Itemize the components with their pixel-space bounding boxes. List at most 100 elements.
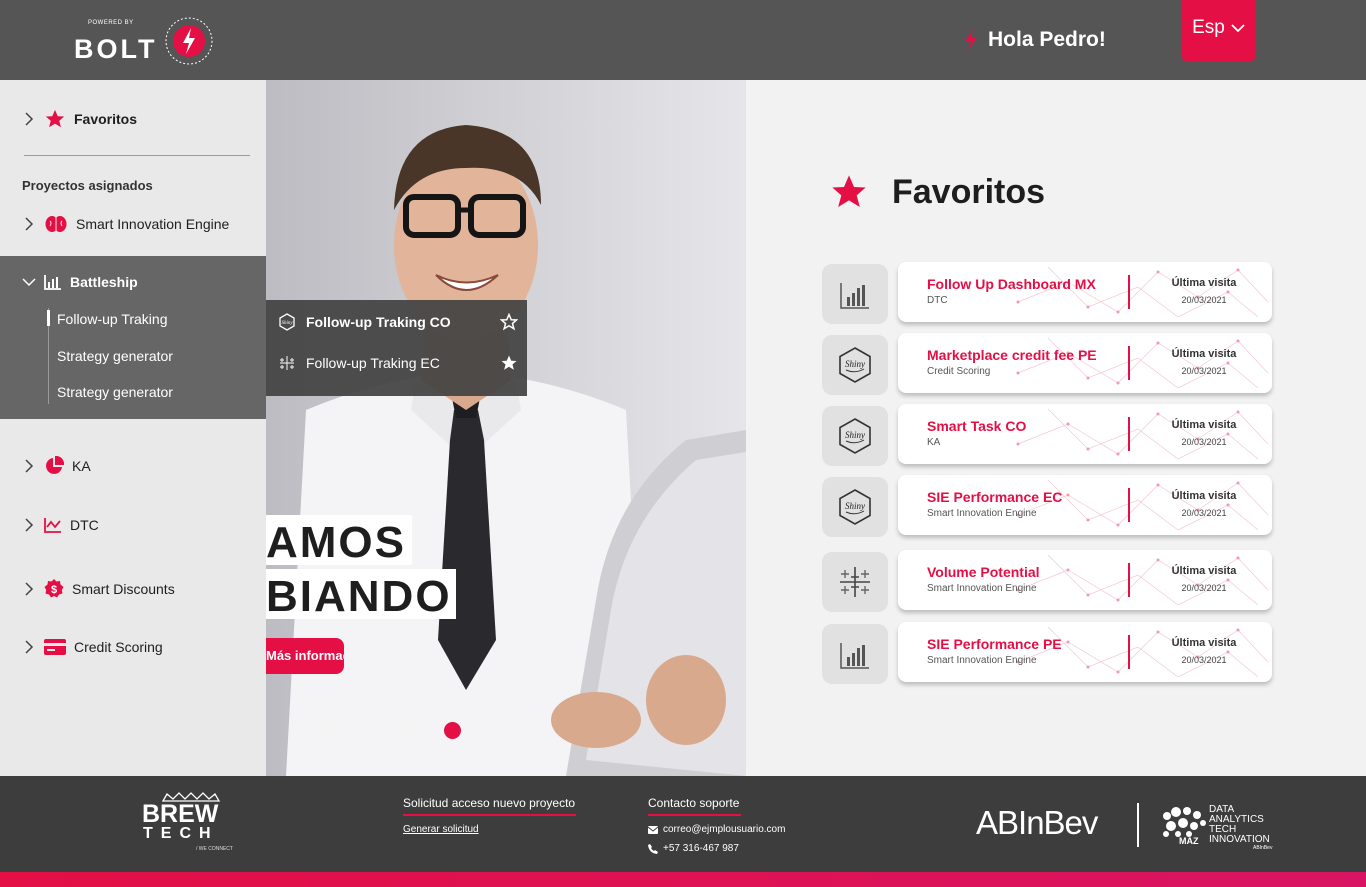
favorite-app-icon[interactable] <box>822 552 888 612</box>
active-subitem-marker <box>47 310 50 326</box>
brew-tagline: / WE CONNECT <box>196 846 233 852</box>
assigned-projects-heading: Proyectos asignados <box>22 178 153 193</box>
maz-network-icon <box>1163 807 1206 837</box>
favorite-app-icon[interactable]: Shiny <box>822 335 888 395</box>
shiny-icon: Shiny <box>279 313 295 331</box>
carousel-dot-active[interactable] <box>444 722 461 739</box>
credit-card-icon <box>44 639 66 655</box>
favorite-divider <box>1128 346 1130 380</box>
last-visit-date: 20/03/2021 <box>1181 295 1227 305</box>
sidebar: Favoritos Proyectos asignados Smart Inno… <box>0 80 266 776</box>
logo-text: BOLT <box>74 34 158 64</box>
sidebar-divider <box>24 155 250 156</box>
mail-icon <box>648 825 658 834</box>
carousel-dot[interactable] <box>318 722 335 739</box>
bolt-badge-icon <box>165 17 213 65</box>
last-visit-date: 20/03/2021 <box>1181 508 1227 518</box>
favorite-card[interactable]: Follow Up Dashboard MX DTC Última visita 20… <box>898 262 1272 322</box>
favorites-header: Favoritos <box>828 172 1045 212</box>
last-visit-date: 20/03/2021 <box>1181 366 1227 376</box>
more-info-button[interactable]: Más información <box>266 638 344 674</box>
favorite-card[interactable]: Volume Potential Smart Innovation Engine Ú… <box>898 550 1272 610</box>
chevron-right-icon <box>25 582 34 596</box>
star-outline-icon[interactable] <box>500 313 518 331</box>
carousel-dots <box>318 722 461 739</box>
shiny-icon: Shiny <box>839 418 871 454</box>
sidebar-item-smart-innovation-engine[interactable]: Smart Innovation Engine <box>22 213 229 235</box>
sidebar-item-credit-scoring[interactable]: Credit Scoring <box>22 639 163 655</box>
project-dropdown-popup: Shiny Follow-up Traking CO Follow-up Tra… <box>266 300 527 396</box>
popup-item-label: Follow-up Traking CO <box>306 314 451 330</box>
favorite-app-icon[interactable]: Shiny <box>822 477 888 537</box>
favorite-app-icon[interactable] <box>822 264 888 324</box>
sidebar-item-label: KA <box>72 458 91 474</box>
last-visit-label: Última visita <box>1171 490 1237 502</box>
maz-word: INNOVATION <box>1209 834 1270 845</box>
sidebar-item-label: Battleship <box>70 274 138 290</box>
tech-text: TECH <box>143 825 219 842</box>
bolt-logo[interactable]: POWERED BY BOLT <box>74 14 224 70</box>
shiny-icon: Shiny <box>839 347 871 383</box>
footer: BREW TECH / WE CONNECT Solicitud acceso … <box>0 776 1366 872</box>
favorite-app-icon[interactable] <box>822 624 888 684</box>
carousel-dot[interactable] <box>402 722 419 739</box>
last-visit-date: 20/03/2021 <box>1181 437 1227 447</box>
powerbi-icon <box>840 643 869 669</box>
popup-item-follow-up-traking-co[interactable]: Shiny Follow-up Traking CO <box>278 313 518 331</box>
star-filled-icon[interactable] <box>500 354 518 372</box>
last-visit-date: 20/03/2021 <box>1181 655 1227 665</box>
favorite-project: DTC <box>927 295 948 306</box>
subitem-strategy-generator[interactable]: Strategy generator <box>57 348 173 364</box>
discount-icon: $ <box>44 579 64 598</box>
sidebar-item-label: Favoritos <box>74 111 138 127</box>
sidebar-item-ka[interactable]: KA <box>22 456 91 476</box>
favorite-project: Smart Innovation Engine <box>927 655 1037 666</box>
favorite-divider <box>1128 635 1130 669</box>
brain-icon <box>45 216 67 232</box>
support-title: Contacto soporte <box>648 796 740 810</box>
tableau-icon <box>280 356 294 370</box>
last-visit-label: Última visita <box>1171 277 1237 289</box>
favorite-card[interactable]: Marketplace credit fee PE Credit Scoring Ú… <box>898 333 1272 393</box>
network-pattern <box>1016 266 1269 318</box>
sidebar-item-smart-discounts[interactable]: $ Smart Discounts <box>22 579 175 599</box>
popup-item-follow-up-traking-ec[interactable]: Follow-up Traking EC <box>278 354 518 372</box>
network-pattern <box>1016 337 1269 389</box>
user-greeting: Hola Pedro! <box>962 24 1106 56</box>
sidebar-item-label: Smart Innovation Engine <box>76 216 230 232</box>
popup-item-label: Follow-up Traking EC <box>306 355 440 371</box>
last-visit-label: Última visita <box>1171 565 1237 577</box>
last-visit-label: Última visita <box>1171 419 1237 431</box>
support-email-text: correo@ejmplousuario.com <box>663 824 786 835</box>
subitem-strategy-generator[interactable]: Strategy generator <box>57 384 173 400</box>
bar-chart-icon <box>44 275 61 290</box>
access-request-title: Solicitud acceso nuevo proyecto <box>403 796 576 810</box>
sidebar-item-dtc[interactable]: DTC <box>22 517 99 533</box>
sidebar-item-favoritos[interactable]: Favoritos <box>22 108 137 130</box>
favorite-divider <box>1128 563 1130 597</box>
support-phone[interactable]: +57 316-467 987 <box>648 843 739 854</box>
support-email[interactable]: correo@ejmplousuario.com <box>648 824 785 835</box>
svg-text:$: $ <box>51 584 57 596</box>
favorite-app-icon[interactable]: Shiny <box>822 406 888 466</box>
chevron-right-icon <box>25 112 34 126</box>
network-pattern <box>1016 554 1269 606</box>
favorite-divider <box>1128 488 1130 522</box>
brewtech-logo: BREW TECH / WE CONNECT <box>141 792 237 856</box>
favorite-card[interactable]: SIE Performance EC Smart Innovation Engin… <box>898 475 1272 535</box>
favorite-name: Smart Task CO <box>927 418 1027 434</box>
favorite-card[interactable]: SIE Performance PE Smart Innovation Engin… <box>898 622 1272 682</box>
support-underline <box>648 814 741 816</box>
carousel-dot[interactable] <box>360 722 377 739</box>
favorite-divider <box>1128 417 1130 451</box>
chevron-down-icon <box>22 278 36 287</box>
favorite-project: Smart Innovation Engine <box>927 583 1037 594</box>
language-selector[interactable]: Esp <box>1181 0 1256 62</box>
generate-request-link[interactable]: Generar solicitud <box>403 824 479 835</box>
shiny-icon: Shiny <box>839 489 871 525</box>
last-visit-label: Última visita <box>1171 637 1237 649</box>
sidebar-item-battleship[interactable]: Battleship <box>22 274 138 290</box>
footer-accent-bar <box>0 872 1366 887</box>
favorite-card[interactable]: Smart Task CO KA Última visita 20/03/2021 <box>898 404 1272 464</box>
subitem-follow-up-traking[interactable]: Follow-up Traking <box>57 311 168 327</box>
